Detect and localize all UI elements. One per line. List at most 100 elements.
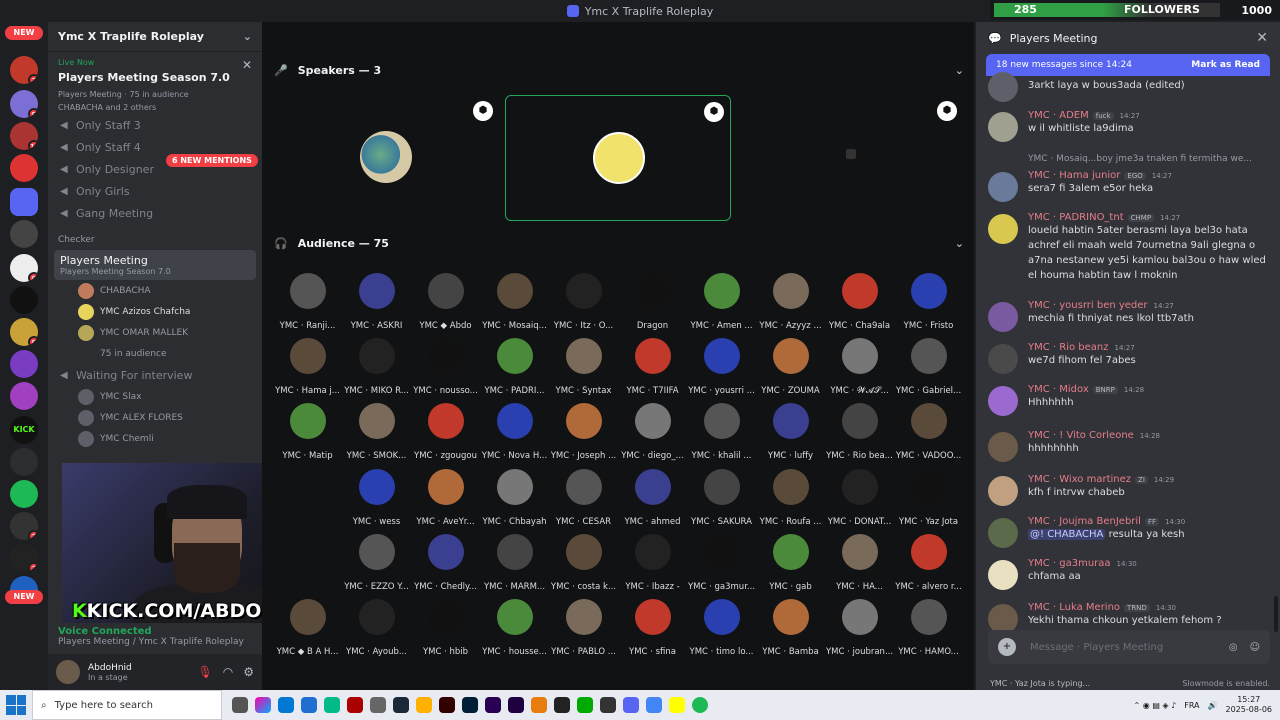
obs-icon[interactable]: [554, 697, 570, 713]
server-icon[interactable]: 5: [10, 90, 38, 118]
avatar[interactable]: [988, 172, 1018, 202]
chevron-down-icon[interactable]: ⌄: [955, 237, 964, 250]
speakers-header[interactable]: 🎤 Speakers — 3 ⌄: [274, 60, 964, 80]
chevron-down-icon[interactable]: ⌄: [955, 64, 964, 77]
avatar[interactable]: [988, 432, 1018, 462]
audience-member[interactable]: YMC · nousso...: [411, 338, 480, 396]
audience-member[interactable]: YMC · Fristo: [894, 273, 963, 331]
audience-member[interactable]: YMC · Nova H...: [480, 403, 549, 461]
audience-member[interactable]: Dragon: [618, 273, 687, 331]
chat-message[interactable]: YMC · ADEM fuck 14:27 w il whitliste la9dim…: [988, 110, 1268, 142]
server-icon[interactable]: 3: [10, 544, 38, 572]
author-name[interactable]: YMC · Wixo martinez: [1028, 474, 1131, 485]
audience-member[interactable]: YMC · 𝓦𝓐𝓢...: [825, 338, 894, 396]
edge-icon[interactable]: [324, 697, 340, 713]
audience-member[interactable]: YMC · Bamba: [756, 599, 825, 657]
audience-member[interactable]: YMC · timo lo...: [687, 599, 756, 657]
server-icon[interactable]: 5: [10, 254, 38, 282]
mark-as-read-button[interactable]: Mark as Read: [1191, 60, 1260, 70]
avatar[interactable]: [988, 112, 1018, 142]
audience-member[interactable]: YMC · Itz · O...: [549, 273, 618, 331]
chat-message[interactable]: YMC · Midox BNRP 14:28 Hhhhhhh: [988, 384, 1268, 416]
audience-member[interactable]: YMC · PABLO ...: [549, 599, 618, 657]
avatar[interactable]: [988, 72, 1018, 102]
author-name[interactable]: YMC · Joujma BenJebril: [1028, 516, 1141, 527]
channel-item[interactable]: ◀ Only Staff 4: [48, 136, 262, 158]
audience-member[interactable]: YMC · Cha9ala: [825, 273, 894, 331]
audience-member[interactable]: YMC · ga3mur...: [687, 534, 756, 592]
avatar[interactable]: [988, 302, 1018, 332]
new-pill-bottom[interactable]: NEW: [5, 590, 43, 604]
avatar[interactable]: [988, 344, 1018, 374]
audience-member[interactable]: YMC · ahmed: [618, 469, 687, 527]
audience-member[interactable]: YMC · Syntax: [549, 338, 618, 396]
author-name[interactable]: YMC · Luka Merino: [1028, 602, 1120, 613]
voice-member[interactable]: YMC Chemli: [48, 428, 262, 449]
audience-member[interactable]: YMC · T7IIFA: [618, 338, 687, 396]
author-name[interactable]: YMC · ! Vito Corleone: [1028, 430, 1134, 441]
audience-member[interactable]: YMC · wess: [342, 469, 411, 527]
audience-member[interactable]: YMC · VADOO...: [894, 403, 963, 461]
audience-member[interactable]: YMC ◆ B A H...: [273, 599, 342, 657]
audience-member[interactable]: YMC · EZZO Y...: [342, 534, 411, 592]
avatar[interactable]: [988, 560, 1018, 590]
stage-member[interactable]: YMC Azizos Chafcha: [48, 301, 262, 322]
author-name[interactable]: YMC · Rio beanz: [1028, 342, 1109, 353]
speaker-tile[interactable]: ⬢: [273, 95, 499, 221]
author-name[interactable]: YMC · ga3muraa: [1028, 558, 1111, 569]
user-mention[interactable]: @! CHABACHA: [1028, 529, 1106, 540]
blender-icon[interactable]: [531, 697, 547, 713]
audience-member[interactable]: YMC · HAMO...: [894, 599, 963, 657]
chat-message[interactable]: YMC · Rio beanz 14:27 we7d fihom fel 7abes: [988, 342, 1268, 374]
audience-member[interactable]: YMC · Rio bea...: [825, 403, 894, 461]
new-pill-top[interactable]: NEW: [5, 26, 43, 40]
audience-member[interactable]: YMC · luffy: [756, 403, 825, 461]
app-icon[interactable]: [439, 697, 455, 713]
app-icon[interactable]: [577, 697, 593, 713]
windows-start-icon[interactable]: [6, 695, 26, 715]
chat-message[interactable]: YMC · Hama junior EGO 14:27 sera7 fi 3alem …: [988, 170, 1268, 202]
gear-icon[interactable]: ⚙: [243, 665, 254, 679]
server-header[interactable]: Ymc X Traplife Roleplay ⌄: [48, 22, 262, 52]
camera-icon[interactable]: [370, 697, 386, 713]
message-input[interactable]: + Message · Players Meeting ◎ ☺: [988, 630, 1270, 664]
chat-message[interactable]: YMC · Luka Merino TRND 14:30 Yekhi thama ch…: [988, 602, 1268, 634]
audience-member[interactable]: YMC · housse...: [480, 599, 549, 657]
author-name[interactable]: YMC · Hama junior: [1028, 170, 1120, 181]
kick-server-icon[interactable]: KICK: [10, 416, 38, 444]
audience-member[interactable]: YMC · zgougou: [411, 403, 480, 461]
channel-item[interactable]: ◀ Only Staff 3: [48, 114, 262, 136]
author-name[interactable]: YMC · PADRINO_tnt: [1028, 212, 1124, 223]
chat-message[interactable]: YMC · Wixo martinez ZI 14:29 kfh f intrvw c…: [988, 474, 1268, 506]
server-icon[interactable]: [10, 382, 38, 410]
file-explorer-icon[interactable]: [278, 697, 294, 713]
audience-member[interactable]: YMC · joubran...: [825, 599, 894, 657]
tray-icons[interactable]: ⌃ ◉ ▤ ◈ ♪: [1134, 701, 1177, 710]
steam-icon[interactable]: [393, 697, 409, 713]
task-view-icon[interactable]: [232, 697, 248, 713]
new-messages-bar[interactable]: 18 new messages since 14:24 Mark as Read: [986, 54, 1270, 76]
author-name[interactable]: YMC · ADEM: [1028, 110, 1089, 121]
emoji-icon[interactable]: ☺: [1250, 642, 1260, 653]
author-name[interactable]: YMC · yousrri ben yeder: [1028, 300, 1148, 311]
clock[interactable]: 15:27 2025-08-06: [1226, 695, 1273, 715]
audience-member[interactable]: YMC · Hama j...: [273, 338, 342, 396]
audience-member[interactable]: YMC · HA...: [825, 534, 894, 592]
avatar[interactable]: [988, 476, 1018, 506]
app-icon[interactable]: [600, 697, 616, 713]
voice-connected-sub[interactable]: Players Meeting / Ymc X Traplife Rolepla…: [58, 637, 252, 647]
reply-preview[interactable]: YMC · Mosaiq...boy jme3a tnaken fi termi…: [1028, 154, 1252, 164]
avatar[interactable]: [988, 214, 1018, 244]
category-checker[interactable]: Checker: [48, 230, 262, 250]
audience-member[interactable]: YMC · alvero r...: [894, 534, 963, 592]
photoshop-icon[interactable]: [462, 697, 478, 713]
chrome-icon[interactable]: [646, 697, 662, 713]
server-icon[interactable]: [10, 220, 38, 248]
app-icon[interactable]: [347, 697, 363, 713]
audience-member[interactable]: YMC · Matip: [273, 403, 342, 461]
server-icon[interactable]: [10, 286, 38, 314]
audience-member[interactable]: YMC · MIKO R...: [342, 338, 411, 396]
channel-waiting[interactable]: ◀ Waiting For interview: [48, 364, 262, 386]
server-icon[interactable]: 2: [10, 512, 38, 540]
audience-member[interactable]: YMC · hbib: [411, 599, 480, 657]
